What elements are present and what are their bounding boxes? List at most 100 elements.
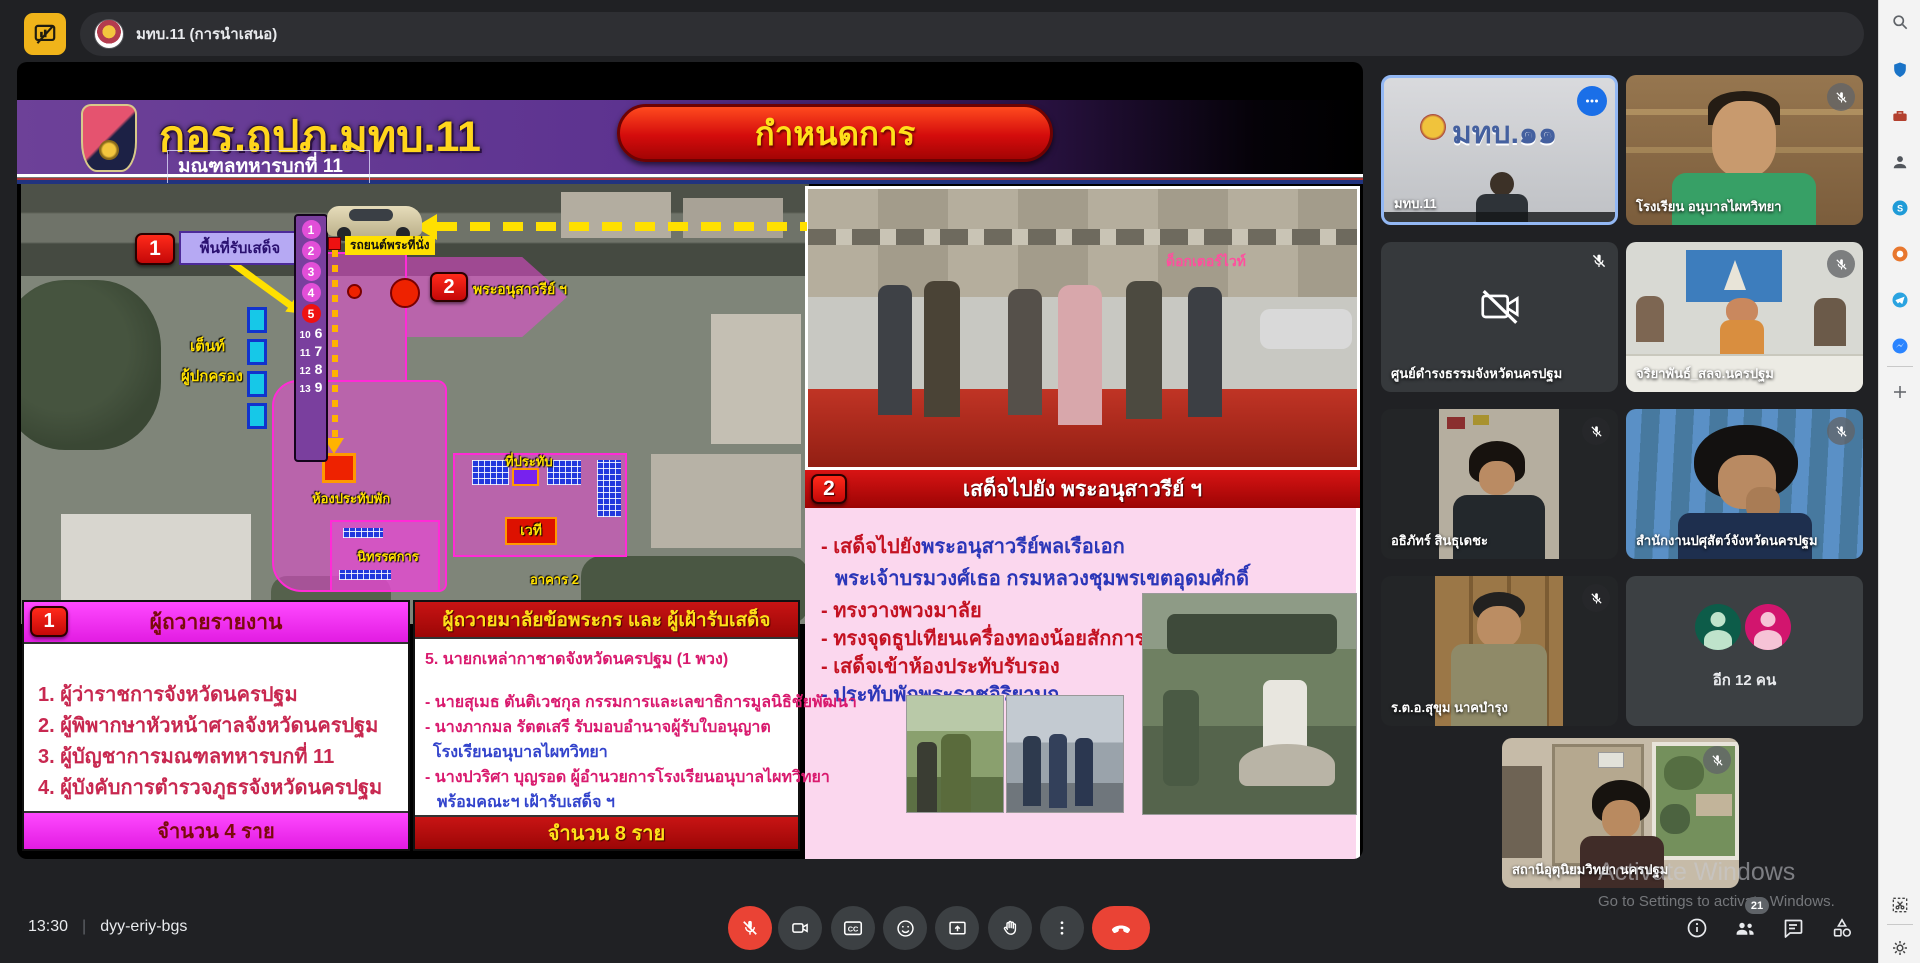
exhibition-grid: [339, 570, 391, 580]
end-call-icon: [1109, 916, 1133, 940]
strip-circle: 1: [302, 220, 321, 239]
map-label-rest-room: ห้องประทับพัก: [312, 488, 390, 509]
map-label-exhibition: นิทรรศการ: [357, 546, 419, 567]
person-silhouette: [1477, 606, 1521, 648]
leave-call-button[interactable]: [1092, 906, 1150, 950]
person-silhouette: [1602, 800, 1640, 838]
toolbox-icon[interactable]: [1888, 104, 1912, 128]
chat-panel-button[interactable]: [1781, 916, 1805, 940]
more-options-button[interactable]: [1040, 906, 1084, 950]
venue-map: 1 พื้นที่รับเสด็จ 1 2 3 4 5 106 117 128 …: [21, 184, 809, 624]
shield-icon[interactable]: [1888, 58, 1912, 82]
exhibition-grid: [343, 528, 383, 538]
tent-block: [247, 371, 267, 397]
wall-frame: [1473, 415, 1489, 425]
messenger-icon[interactable]: [1888, 334, 1912, 358]
telegram-icon[interactable]: [1888, 288, 1912, 312]
ceremony-photo-small: [906, 695, 1004, 813]
map-label-monument: พระอนุสาวรีย์ ฯ: [473, 279, 567, 301]
stage-box: เวที: [505, 517, 557, 545]
people-icon: [1733, 916, 1757, 940]
overflow-count-label: อีก 12 คน: [1626, 668, 1863, 692]
person-silhouette: [1636, 296, 1664, 342]
more-horizontal-icon: [1583, 92, 1601, 110]
sidebar-divider: [1887, 366, 1913, 367]
map-roof-block: [711, 314, 801, 444]
person-silhouette: [1490, 172, 1514, 196]
presentation-file-icon[interactable]: [24, 13, 66, 55]
seating-grid: [472, 460, 509, 485]
cabinet: [1502, 766, 1542, 858]
strip-row: 139: [300, 379, 323, 395]
unit-crest-icon: [81, 104, 137, 172]
office-icon[interactable]: [1888, 242, 1912, 266]
video-tile-livestock[interactable]: สำนักงานปศุสัตว์จังหวัดนครปฐม: [1626, 409, 1863, 559]
strip-circle: 2: [302, 241, 321, 260]
presenter-avatar: [94, 19, 124, 49]
table-row: - นายสุเมธ ตันติเวชกุล กรรมการและเลขาธิก…: [425, 690, 798, 715]
video-tile-sukhum[interactable]: ร.ต.อ.สุขุม นาคบำรุง: [1381, 576, 1618, 726]
right-panel-details: - เสด็จไปยังพระอนุสาวรีย์พลเรือเอก พระเจ…: [805, 508, 1360, 859]
participant-name: จริยาพันธ์_สลจ.นครปฐม: [1636, 363, 1774, 384]
meet-window: มทบ.11 (การนำเสนอ) กอร.ถปภ.มทบ.11 มณฑลทห…: [0, 0, 1920, 963]
map-roof-block: [561, 192, 671, 238]
video-tile-school[interactable]: โรงเรียน อนุบาลไผทวิทยา: [1626, 75, 1863, 225]
table-reporters-header: 1 ผู้ถวายรายงาน: [24, 602, 408, 642]
search-icon[interactable]: [1888, 10, 1912, 34]
svg-text:S: S: [1897, 203, 1903, 213]
activities-icon: [1830, 916, 1854, 940]
video-tile-mtb11[interactable]: มทบ.๑๑ มทบ.11: [1381, 75, 1618, 225]
map-roof-block: [683, 198, 783, 238]
map-dashed-route: [437, 222, 807, 231]
banner-marker-2: 2: [811, 474, 847, 504]
tent-block: [247, 339, 267, 365]
participant-name: ร.ต.อ.สุขุม นาคบำรุง: [1391, 697, 1508, 718]
avatar-pink: [1745, 604, 1791, 650]
tile-options-button[interactable]: [1577, 86, 1607, 116]
video-tile-overflow[interactable]: อีก 12 คน: [1626, 576, 1863, 726]
table-row: - นางปวริศา บุญรอด ผู้อำนวยการโรงเรียนอน…: [425, 765, 798, 790]
video-tile-jariyaphan[interactable]: จริยาพันธ์_สลจ.นครปฐม: [1626, 242, 1863, 392]
map-dotted-path: [332, 250, 338, 438]
camera-toggle-button[interactable]: [778, 906, 822, 950]
slide-org-subtitle: มณฑลทหารบกที่ 11: [167, 150, 370, 183]
reactions-button[interactable]: [883, 906, 927, 950]
photo-person-principal: [1058, 285, 1102, 425]
tent-block: [247, 307, 267, 333]
svg-text:CC: CC: [848, 924, 859, 933]
profile-icon[interactable]: [1888, 150, 1912, 174]
activities-panel-button[interactable]: [1830, 916, 1854, 940]
table-reporters-body: 1. ผู้ว่าราชการจังหวัดนครปฐม 2. ผู้พิพาก…: [24, 642, 408, 813]
settings-gear-icon[interactable]: [1888, 936, 1912, 960]
photo-person: [924, 281, 960, 417]
mic-toggle-button[interactable]: [728, 906, 772, 950]
raise-hand-icon: [1000, 918, 1021, 939]
captions-button[interactable]: CC: [831, 906, 875, 950]
table-marker-1: 1: [30, 606, 68, 637]
raise-hand-button[interactable]: [988, 906, 1032, 950]
monument-circle-small: [347, 284, 362, 299]
video-tile-damrongtham[interactable]: ศูนย์ดำรงธรรมจังหวัดนครปฐม: [1381, 242, 1618, 392]
people-panel-button[interactable]: [1733, 916, 1757, 940]
skype-icon[interactable]: S: [1888, 196, 1912, 220]
map-marker-1: 1: [135, 233, 175, 265]
photo-sign-text: ด็อกเตอร์ไวท์: [1166, 251, 1246, 273]
add-icon[interactable]: [1888, 380, 1912, 404]
emoji-icon: [895, 918, 916, 939]
mic-muted-icon: [1827, 83, 1855, 111]
presenting-chip[interactable]: มทบ.11 (การนำเสนอ): [80, 12, 1864, 56]
more-vertical-icon: [1053, 919, 1071, 937]
person-silhouette: [1712, 101, 1776, 177]
person-silhouette: [1479, 461, 1515, 495]
present-screen-button[interactable]: [935, 906, 979, 950]
meeting-details-button[interactable]: [1685, 916, 1709, 940]
windows-activate-watermark-line2: Go to Settings to activate Windows.: [1598, 893, 1835, 910]
participant-count-badge[interactable]: 21: [1745, 897, 1769, 914]
video-tile-athipat[interactable]: อธิภัทร์ สินธุเดชะ: [1381, 409, 1618, 559]
map-label-royal-car: รถยนต์พระที่นั่ง: [345, 236, 435, 255]
camera-off-icon: [1477, 283, 1523, 334]
photo-window-strip: [808, 229, 1357, 245]
snip-tool-icon[interactable]: [1888, 893, 1912, 917]
mic-muted-icon: [1582, 417, 1610, 445]
monument-photo-tall: [1142, 593, 1357, 815]
